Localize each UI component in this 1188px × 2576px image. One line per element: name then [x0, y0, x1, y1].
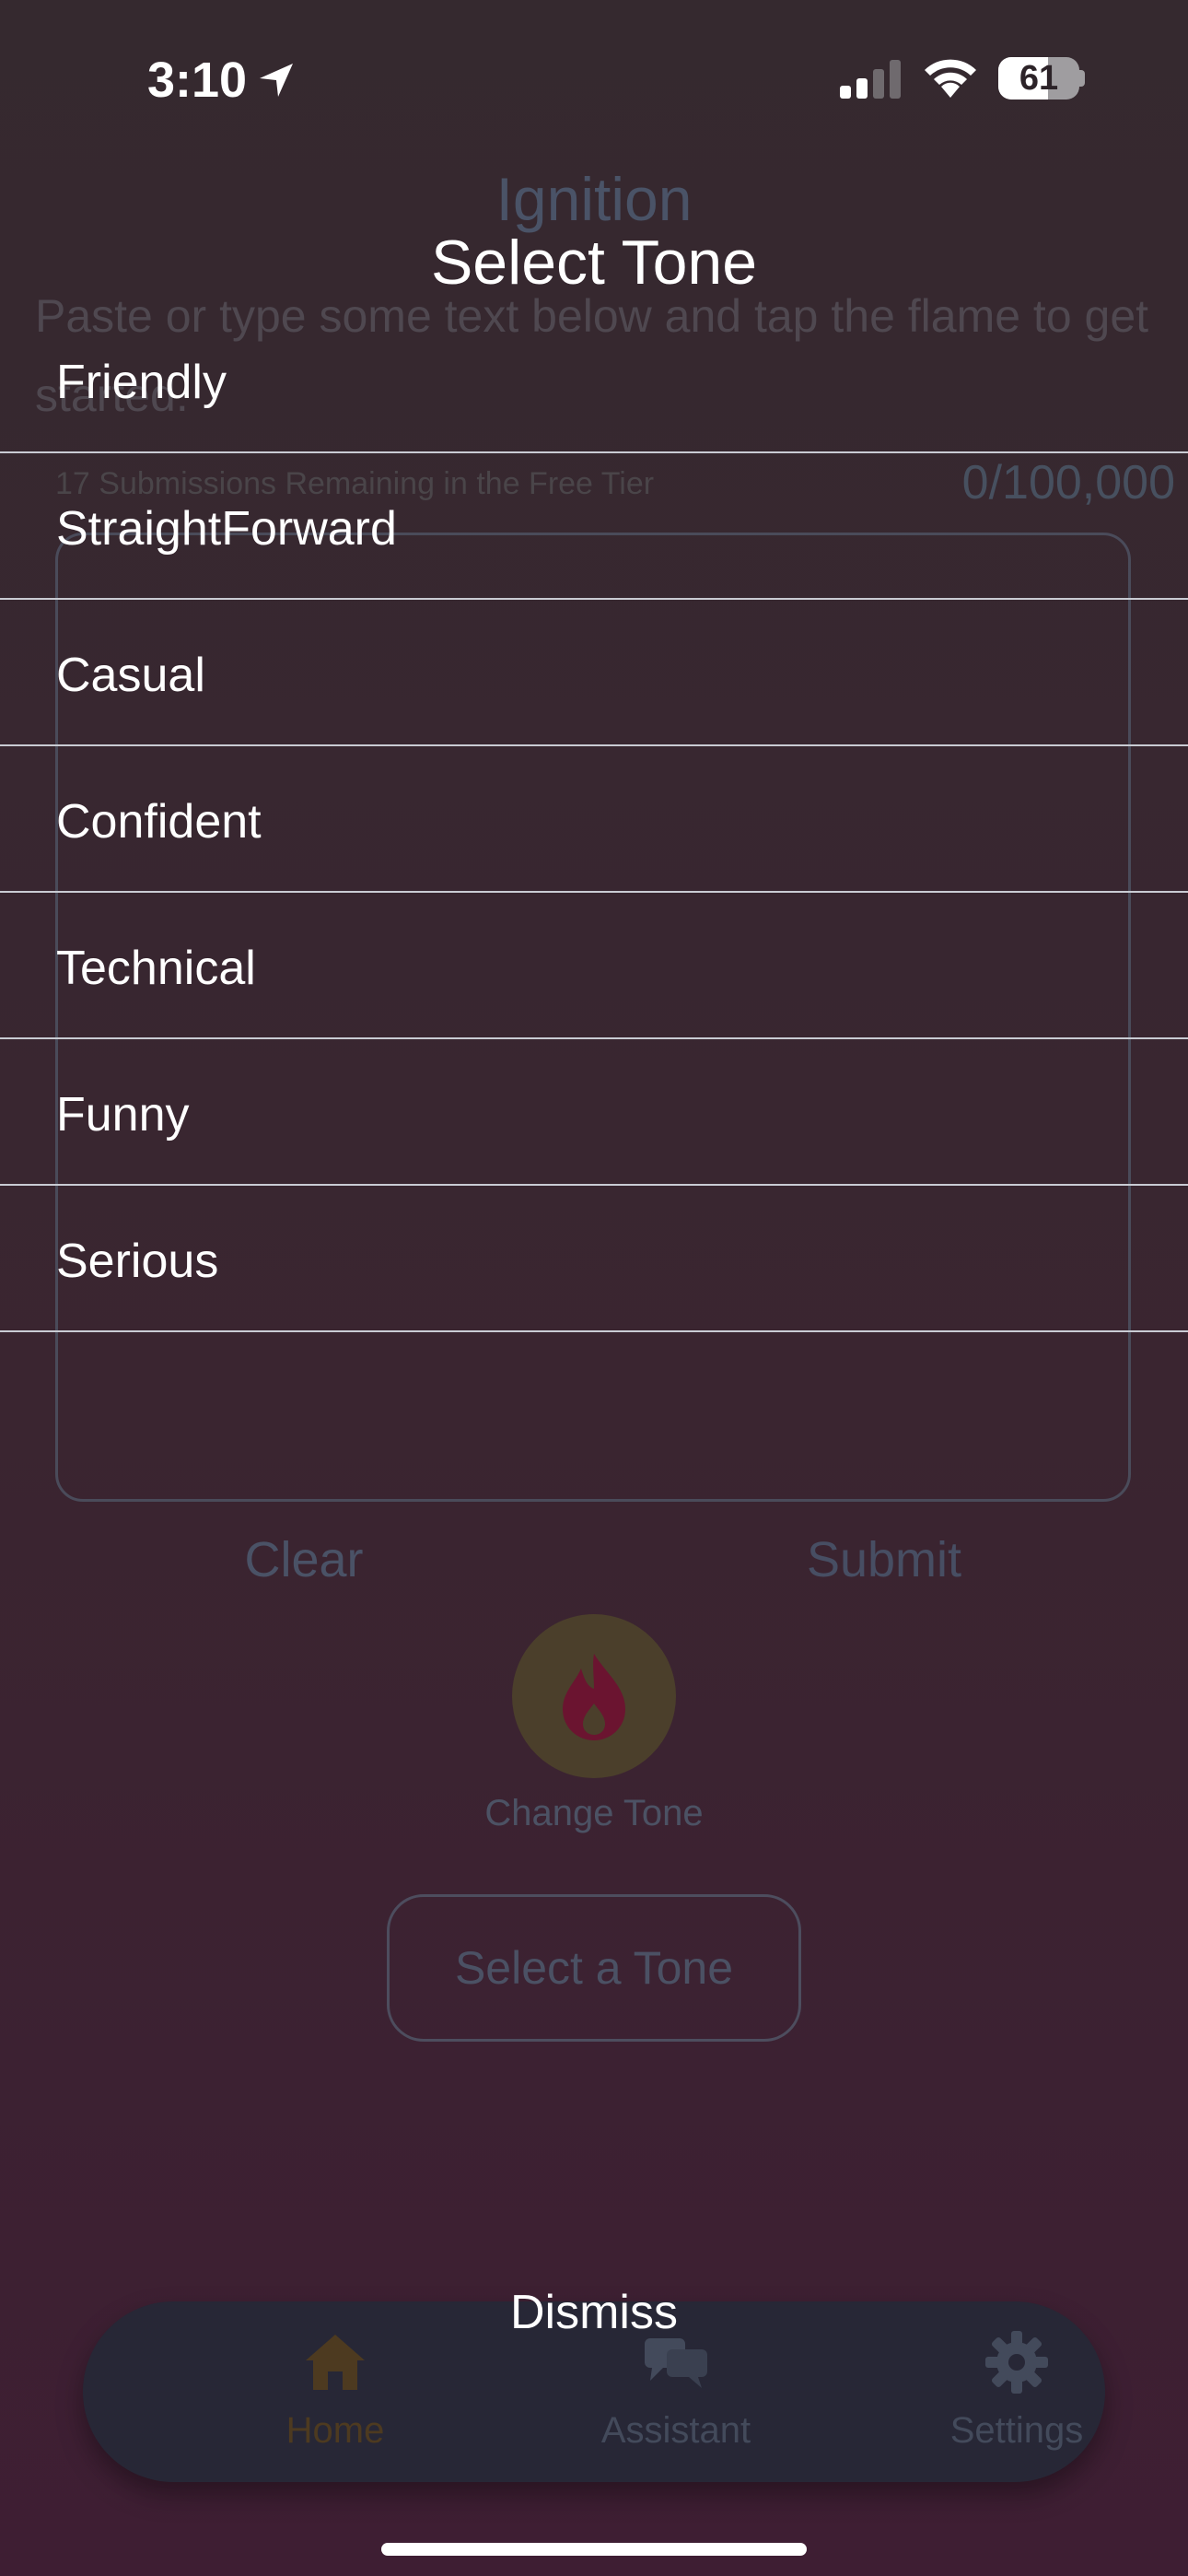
status-time: 3:10	[147, 52, 297, 109]
tone-option-label: Casual	[56, 649, 205, 702]
tone-option-friendly[interactable]: Friendly	[0, 307, 1188, 453]
tone-option-confident[interactable]: Confident	[0, 746, 1188, 893]
tone-option-funny[interactable]: Funny	[0, 1039, 1188, 1186]
battery-body: 61	[998, 57, 1079, 100]
cellular-signal-icon	[840, 60, 901, 99]
battery-indicator: 61	[998, 57, 1085, 100]
tone-option-label: Confident	[56, 795, 262, 849]
home-indicator[interactable]	[381, 2543, 807, 2556]
tone-picker-overlay: 3:10 61 Select Tone Friendly StraightFor…	[0, 0, 1188, 2576]
tone-list: Friendly StraightForward Casual Confiden…	[0, 307, 1188, 1332]
clock: 3:10	[147, 53, 248, 108]
tone-option-technical[interactable]: Technical	[0, 893, 1188, 1039]
tone-option-label: Funny	[56, 1088, 190, 1142]
tone-option-casual[interactable]: Casual	[0, 600, 1188, 746]
tone-option-label: StraightForward	[56, 502, 397, 556]
tone-option-label: Friendly	[56, 356, 227, 409]
dismiss-button[interactable]: Dismiss	[0, 2285, 1188, 2340]
tone-option-serious[interactable]: Serious	[0, 1186, 1188, 1332]
tone-option-label: Serious	[56, 1235, 219, 1288]
tone-option-straightforward[interactable]: StraightForward	[0, 453, 1188, 600]
picker-title: Select Tone	[430, 228, 758, 298]
battery-percent: 61	[1019, 58, 1059, 98]
location-arrow-icon	[260, 64, 294, 97]
status-bar: 3:10 61	[0, 0, 1188, 157]
wifi-icon	[925, 59, 976, 98]
battery-cap	[1079, 70, 1085, 87]
status-icons: 61	[838, 57, 1085, 100]
tone-option-label: Technical	[56, 942, 256, 995]
